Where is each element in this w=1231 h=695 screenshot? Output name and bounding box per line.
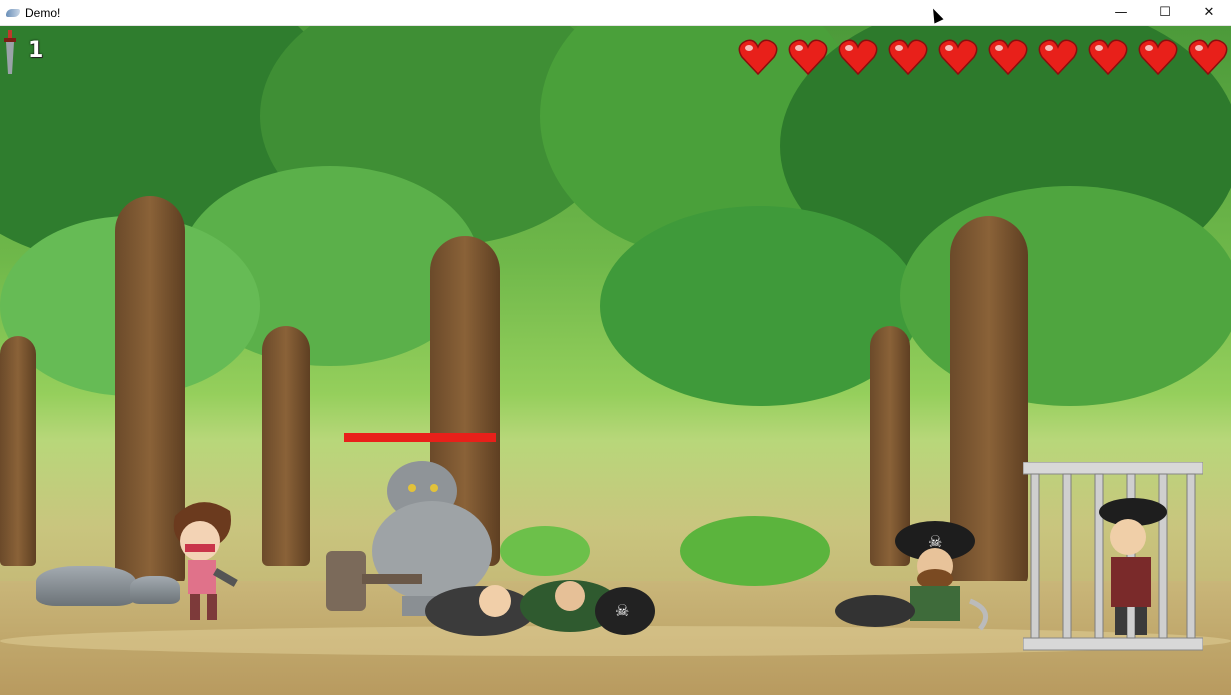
heart-icon xyxy=(1138,39,1178,76)
boss-health-bar xyxy=(344,433,496,442)
maximize-button[interactable]: ☐ xyxy=(1143,0,1187,25)
heart-icon xyxy=(1088,39,1128,76)
app-icon xyxy=(6,8,20,17)
heart-icon xyxy=(838,39,878,76)
window-controls: — ☐ ✕ xyxy=(1099,0,1231,25)
bush xyxy=(680,516,830,586)
fallen-pirates: ☠ xyxy=(425,580,655,636)
weapon-count: 1 xyxy=(28,38,44,63)
cage[interactable] xyxy=(1023,462,1203,652)
health-hearts xyxy=(737,36,1229,78)
player-character xyxy=(173,502,238,620)
tree-trunk xyxy=(0,336,36,566)
minimize-button[interactable]: — xyxy=(1099,0,1143,25)
heart-icon xyxy=(888,39,928,76)
heart-icon xyxy=(988,39,1028,76)
heart-icon xyxy=(1038,39,1078,76)
heart-icon xyxy=(938,39,978,76)
svg-text:☠: ☠ xyxy=(615,601,629,620)
rock xyxy=(36,566,136,606)
window-titlebar: Demo! — ☐ ✕ xyxy=(0,0,1231,26)
heart-icon xyxy=(738,39,778,76)
window-title: Demo! xyxy=(25,5,61,20)
heart-icon xyxy=(1188,39,1228,76)
tree-trunk xyxy=(262,326,310,566)
pirate-captain: ☠ xyxy=(835,521,989,631)
dagger-icon xyxy=(4,30,16,74)
heart-icon xyxy=(788,39,828,76)
game-canvas[interactable]: 1 ☠ ☠ xyxy=(0,26,1231,695)
close-button[interactable]: ✕ xyxy=(1187,0,1231,25)
